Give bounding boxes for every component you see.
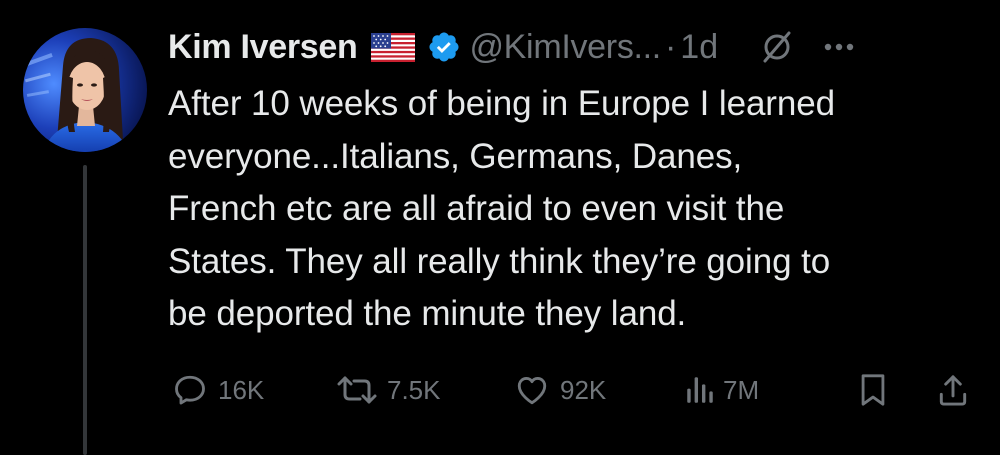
avatar[interactable]: [23, 28, 147, 152]
views-count: 7M: [723, 374, 760, 405]
repost-count: 7.5K: [387, 374, 441, 405]
share-icon: [935, 371, 971, 409]
separator-dot: ·: [664, 27, 677, 66]
bookmark-button[interactable]: [856, 366, 890, 414]
reply-count: 16K: [218, 374, 265, 405]
bookmark-icon: [856, 371, 890, 409]
heart-icon: [514, 372, 550, 408]
share-button[interactable]: [935, 366, 971, 414]
repost-button[interactable]: 7.5K: [333, 366, 441, 414]
views-icon: [683, 372, 717, 408]
author-handle[interactable]: @KimIvers...: [469, 28, 661, 67]
more-icon[interactable]: [824, 43, 854, 51]
author-display-name[interactable]: Kim Iversen: [168, 28, 358, 67]
avatar-photo: [23, 28, 147, 152]
tweet-text: After 10 weeks of being in Europe I lear…: [168, 84, 835, 333]
tweet-actions: 16K 7.5K 92K 7M: [0, 366, 1000, 414]
like-button[interactable]: 92K: [514, 366, 606, 414]
views-button[interactable]: 7M: [683, 366, 759, 414]
reply-button[interactable]: 16K: [172, 366, 264, 414]
like-count: 92K: [560, 374, 607, 405]
tweet-header: Kim Iversen @KimIvers... · 1d: [168, 22, 988, 72]
repost-icon: [333, 372, 381, 408]
tweet-timestamp[interactable]: 1d: [680, 28, 718, 67]
grok-icon[interactable]: [758, 28, 796, 66]
verified-badge-icon[interactable]: [427, 30, 461, 64]
reply-icon: [172, 372, 208, 408]
us-flag-icon: [371, 32, 416, 62]
